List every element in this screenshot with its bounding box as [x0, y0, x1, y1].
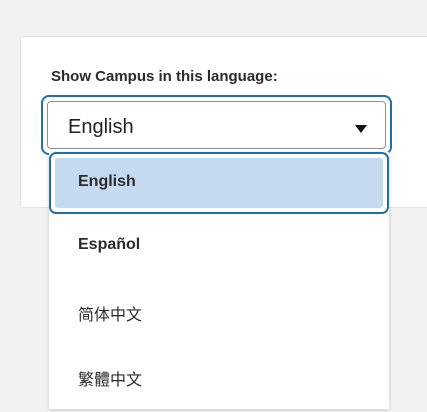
option-label: English: [78, 173, 136, 190]
caret-down-icon[interactable]: [355, 125, 367, 133]
language-option-simplified-chinese[interactable]: 简体中文: [49, 280, 389, 342]
language-dropdown-menu: English Español 简体中文 繁體中文: [49, 152, 389, 409]
language-option-espanol[interactable]: Español: [49, 215, 389, 277]
option-label: 繁體中文: [78, 372, 143, 389]
option-label: 简体中文: [78, 307, 143, 324]
language-select-value: English: [68, 116, 134, 138]
language-select-box[interactable]: English: [47, 101, 386, 149]
language-field-label: Show Campus in this language:: [51, 68, 278, 85]
page: Show Campus in this language: English En…: [0, 0, 427, 412]
language-select[interactable]: English: [41, 95, 392, 155]
language-option-traditional-chinese[interactable]: 繁體中文: [49, 345, 389, 407]
language-option-english[interactable]: English: [49, 152, 389, 214]
option-label: Español: [78, 236, 141, 253]
